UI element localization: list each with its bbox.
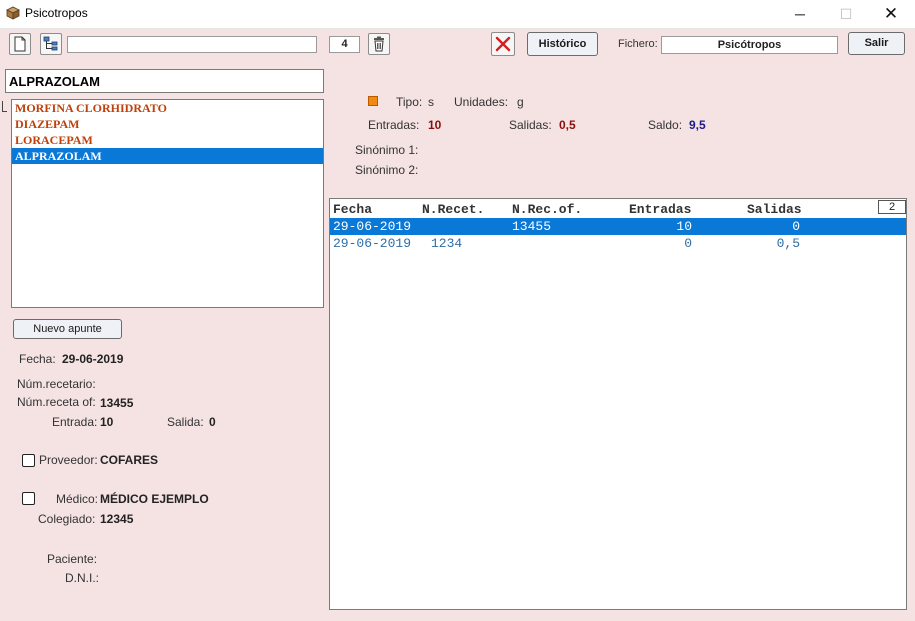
num-receta-of-value: 13455 [100, 396, 134, 410]
trash-icon [374, 36, 384, 52]
product-search-input[interactable] [5, 69, 324, 93]
nuevo-apunte-button[interactable]: Nuevo apunte [13, 319, 122, 339]
search-filter-input[interactable] [67, 36, 317, 53]
list-item-loracepam[interactable]: LORACEPAM [12, 132, 323, 148]
proveedor-value: COFARES [100, 453, 159, 467]
num-receta-of-label: Núm.receta of: [17, 395, 96, 409]
delete-button[interactable] [368, 33, 390, 55]
entradas-label: Entradas: [368, 118, 420, 132]
medico-checkbox[interactable] [22, 492, 35, 505]
proveedor-checkbox[interactable] [22, 454, 35, 467]
cancel-button[interactable] [491, 32, 515, 56]
window-title: Psicotropos [25, 6, 88, 20]
salidas-label: Salidas: [509, 118, 552, 132]
dni-label: D.N.I.: [65, 571, 100, 585]
tipo-value: s [428, 95, 434, 109]
tree-icon [43, 36, 58, 51]
app-box-icon [6, 6, 20, 20]
product-list: MORFINA CLORHIDRATO DIAZEPAM LORACEPAM A… [11, 99, 324, 308]
tipo-label: Tipo: [396, 95, 423, 109]
table-row[interactable]: 29-06-2019 1234 0 0,5 [330, 235, 906, 252]
list-item-alprazolam[interactable]: ALPRAZOLAM [12, 148, 323, 164]
new-document-icon [14, 36, 26, 52]
colegiado-label: Colegiado: [38, 512, 96, 526]
fecha-value: 29-06-2019 [62, 352, 124, 366]
cell-nrecof: 13455 [512, 219, 552, 234]
cell-fecha: 29-06-2019 [333, 236, 412, 251]
list-item-diazepam[interactable]: DIAZEPAM [12, 116, 323, 132]
fichero-label: Fichero: [618, 38, 658, 50]
entradas-value: 10 [428, 118, 442, 132]
entrada-value: 10 [100, 415, 114, 429]
medico-value: MÉDICO EJEMPLO [100, 492, 209, 506]
unidades-value: g [517, 95, 524, 109]
col-header-nrecof: N.Rec.of. [512, 202, 583, 217]
paciente-label: Paciente: [47, 552, 98, 566]
movements-table: Fecha N.Recet. N.Rec.of. Entradas Salida… [329, 198, 907, 610]
list-marker [2, 101, 7, 112]
salir-button[interactable]: Salir [848, 32, 905, 55]
colegiado-value: 12345 [100, 512, 134, 526]
fecha-label: Fecha: [19, 352, 56, 366]
salidas-value: 0,5 [559, 118, 576, 132]
num-recetario-label: Núm.recetario: [17, 377, 96, 391]
cell-fecha: 29-06-2019 [333, 219, 412, 234]
saldo-label: Saldo: [648, 118, 683, 132]
table-row[interactable]: 29-06-2019 13455 10 0 [330, 218, 906, 235]
red-x-icon [495, 36, 511, 52]
salida-label: Salida: [167, 415, 204, 429]
maximize-button[interactable]: ☐ [823, 0, 869, 28]
unidades-label: Unidades: [454, 95, 509, 109]
col-header-entradas: Entradas [629, 202, 692, 217]
col-header-fecha: Fecha [333, 202, 373, 217]
list-item-morfina[interactable]: MORFINA CLORHIDRATO [12, 100, 323, 116]
cell-salidas: 0 [792, 219, 800, 234]
medico-label: Médico: [56, 492, 99, 506]
historico-button[interactable]: Histórico [527, 32, 598, 56]
col-header-nrecet: N.Recet. [422, 202, 485, 217]
cell-entradas: 10 [676, 219, 692, 234]
saldo-value: 9,5 [689, 118, 706, 132]
cell-nrecet: 1234 [431, 236, 463, 251]
record-count: 4 [329, 36, 360, 53]
entrada-label: Entrada: [52, 415, 98, 429]
cell-salidas: 0,5 [776, 236, 800, 251]
close-window-button[interactable]: ✕ [868, 0, 914, 28]
title-bar: Psicotropos ─ ☐ ✕ [0, 0, 915, 29]
tree-view-button[interactable] [40, 33, 62, 55]
salida-value: 0 [209, 415, 216, 429]
cell-entradas: 0 [684, 236, 692, 251]
sinonimo1-label: Sinónimo 1: [355, 143, 419, 157]
rows-count: 2 [878, 200, 906, 214]
sinonimo2-label: Sinónimo 2: [355, 163, 419, 177]
col-header-salidas: Salidas [747, 202, 802, 217]
minimize-button[interactable]: ─ [777, 0, 823, 28]
fichero-field[interactable]: Psicótropos [661, 36, 838, 54]
proveedor-label: Proveedor: [39, 453, 98, 467]
new-document-button[interactable] [9, 33, 31, 55]
tipo-color-indicator [368, 96, 378, 106]
